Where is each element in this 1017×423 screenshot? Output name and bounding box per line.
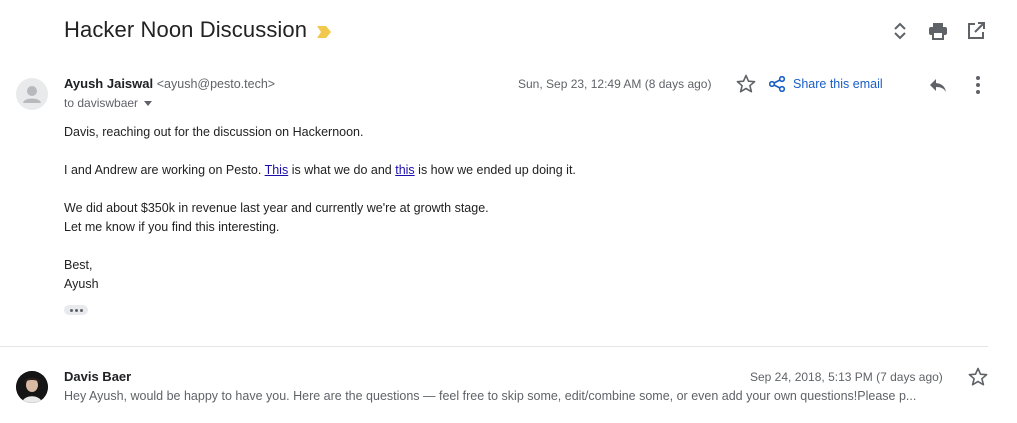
reply-sender-name: Davis Baer (64, 369, 132, 384)
print-icon[interactable] (927, 20, 949, 42)
body-greeting: Davis, reaching out for the discussion o… (64, 125, 364, 139)
sender-email: <ayush@pesto.tech> (156, 77, 276, 91)
chevron-down-icon (144, 100, 153, 106)
default-avatar-icon (23, 86, 41, 103)
message-body: Davis, reaching out for the discussion o… (64, 123, 576, 294)
more-options-icon[interactable] (968, 74, 988, 96)
recipient-details-toggle[interactable]: to daviswbaer (64, 96, 153, 110)
thread-subject: Hacker Noon Discussion (64, 17, 308, 42)
body-paragraph: I and Andrew are working on Pesto. This … (64, 161, 576, 180)
open-in-new-window-icon[interactable] (965, 20, 987, 42)
important-label-icon[interactable] (316, 25, 332, 39)
body-text-segment: I and Andrew are working on Pesto. (64, 163, 265, 177)
share-icon (769, 76, 785, 92)
ellipsis-dot (79, 308, 83, 312)
message-sender: Ayush Jaiswal <ayush@pesto.tech> (64, 76, 275, 91)
body-signature: Ayush (64, 277, 99, 291)
pesto-link[interactable]: This (265, 163, 289, 177)
ellipsis-dot (69, 308, 73, 312)
profile-photo-icon (16, 371, 48, 403)
body-signoff: Best, (64, 258, 93, 272)
share-email-button[interactable]: Share this email (769, 76, 883, 92)
ellipsis-dot (74, 308, 78, 312)
reply-sender-avatar[interactable] (16, 371, 48, 403)
message-divider (0, 346, 988, 347)
reply-icon[interactable] (927, 74, 949, 96)
thread-toolbar (889, 20, 987, 42)
reply-date: Sep 24, 2018, 5:13 PM (7 days ago) (750, 370, 943, 384)
body-interest-line: Let me know if you find this interesting… (64, 220, 280, 234)
star-icon[interactable] (968, 367, 988, 387)
origin-story-link[interactable]: this (395, 163, 414, 177)
message-date: Sun, Sep 23, 12:49 AM (8 days ago) (518, 77, 712, 91)
show-trimmed-content-button[interactable] (64, 305, 88, 315)
share-email-label: Share this email (793, 77, 883, 91)
body-text-segment: is how we ended up doing it. (414, 163, 576, 177)
body-text-segment: is what we do and (288, 163, 396, 177)
sender-name: Ayush Jaiswal (64, 76, 154, 91)
sender-avatar[interactable] (16, 78, 48, 110)
expand-collapse-icon[interactable] (889, 20, 911, 42)
reply-snippet[interactable]: Hey Ayush, would be happy to have you. H… (64, 389, 984, 403)
body-revenue-line: We did about $350k in revenue last year … (64, 201, 489, 215)
recipient-text: to daviswbaer (64, 96, 139, 110)
star-icon[interactable] (736, 74, 756, 94)
